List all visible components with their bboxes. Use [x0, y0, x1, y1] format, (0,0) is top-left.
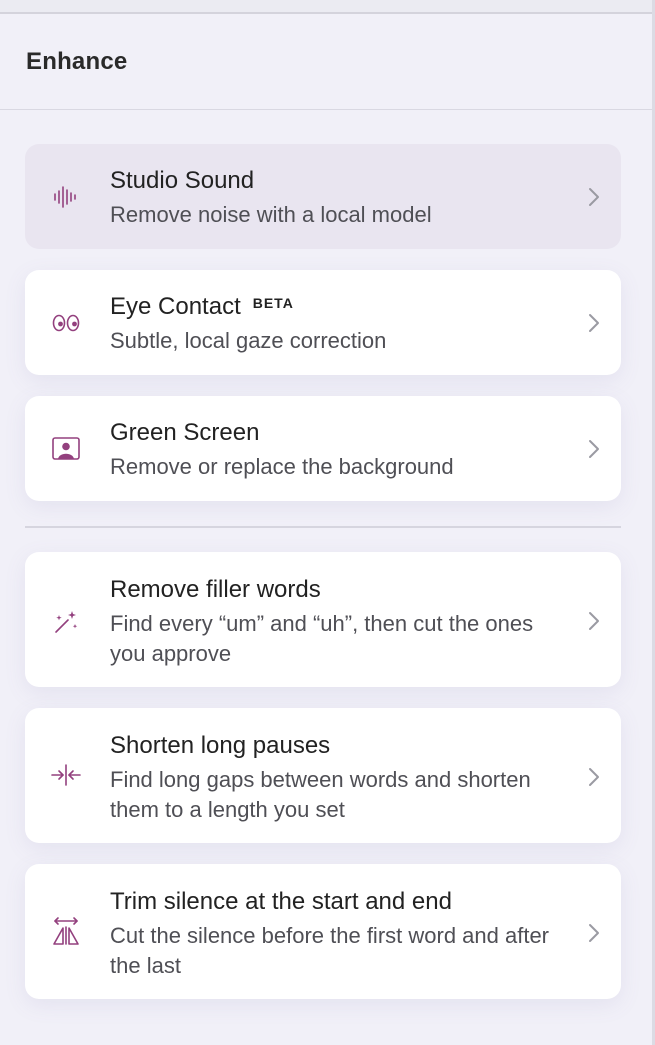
chevron-right-icon: [587, 765, 601, 789]
chevron-right-icon: [587, 921, 601, 945]
person-portrait-icon: [51, 434, 81, 464]
magic-wand-icon: [51, 607, 81, 637]
trim-silence-description: Cut the silence before the first word an…: [110, 923, 550, 978]
remove-filler-words-title: Remove filler words: [110, 576, 321, 603]
chevron-right-icon: [587, 311, 601, 335]
waveform-icon: [51, 182, 81, 212]
chevron-right-icon: [587, 185, 601, 209]
green-screen-card[interactable]: Green Screen Remove or replace the backg…: [25, 396, 621, 501]
shorten-long-pauses-description: Find long gaps between words and shorten…: [110, 767, 531, 822]
studio-sound-title: Studio Sound: [110, 167, 255, 194]
eye-contact-card[interactable]: Eye Contact BETA Subtle, local gaze corre…: [25, 270, 621, 375]
trim-silence-title: Trim silence at the start and end: [110, 888, 452, 915]
panel-header: Enhance: [0, 14, 652, 110]
eye-contact-description: Subtle, local gaze correction: [110, 328, 387, 353]
beta-badge: BETA: [252, 295, 294, 311]
shorten-long-pauses-card[interactable]: Shorten long pauses Find long gaps betwe…: [25, 708, 621, 843]
green-screen-title: Green Screen: [110, 419, 260, 446]
green-screen-description: Remove or replace the background: [110, 454, 454, 479]
shorten-long-pauses-title: Shorten long pauses: [110, 732, 331, 759]
trim-icon: [51, 916, 81, 946]
section-divider: [25, 526, 621, 528]
studio-sound-description: Remove noise with a local model: [110, 202, 432, 227]
studio-sound-card[interactable]: Studio Sound Remove noise with a local m…: [25, 144, 621, 249]
page-title: Enhance: [26, 48, 128, 75]
chevron-right-icon: [587, 437, 601, 461]
remove-filler-words-description: Find every “um” and “uh”, then cut the o…: [110, 611, 534, 666]
compress-arrows-icon: [51, 760, 81, 790]
window-top-edge: [0, 0, 655, 14]
chevron-right-icon: [587, 609, 601, 633]
eyes-icon: [51, 308, 81, 338]
remove-filler-words-card[interactable]: Remove filler words Find every “um” and …: [25, 552, 621, 687]
eye-contact-title: Eye Contact BETA: [110, 293, 294, 320]
trim-silence-card[interactable]: Trim silence at the start and end Cut th…: [25, 864, 621, 999]
